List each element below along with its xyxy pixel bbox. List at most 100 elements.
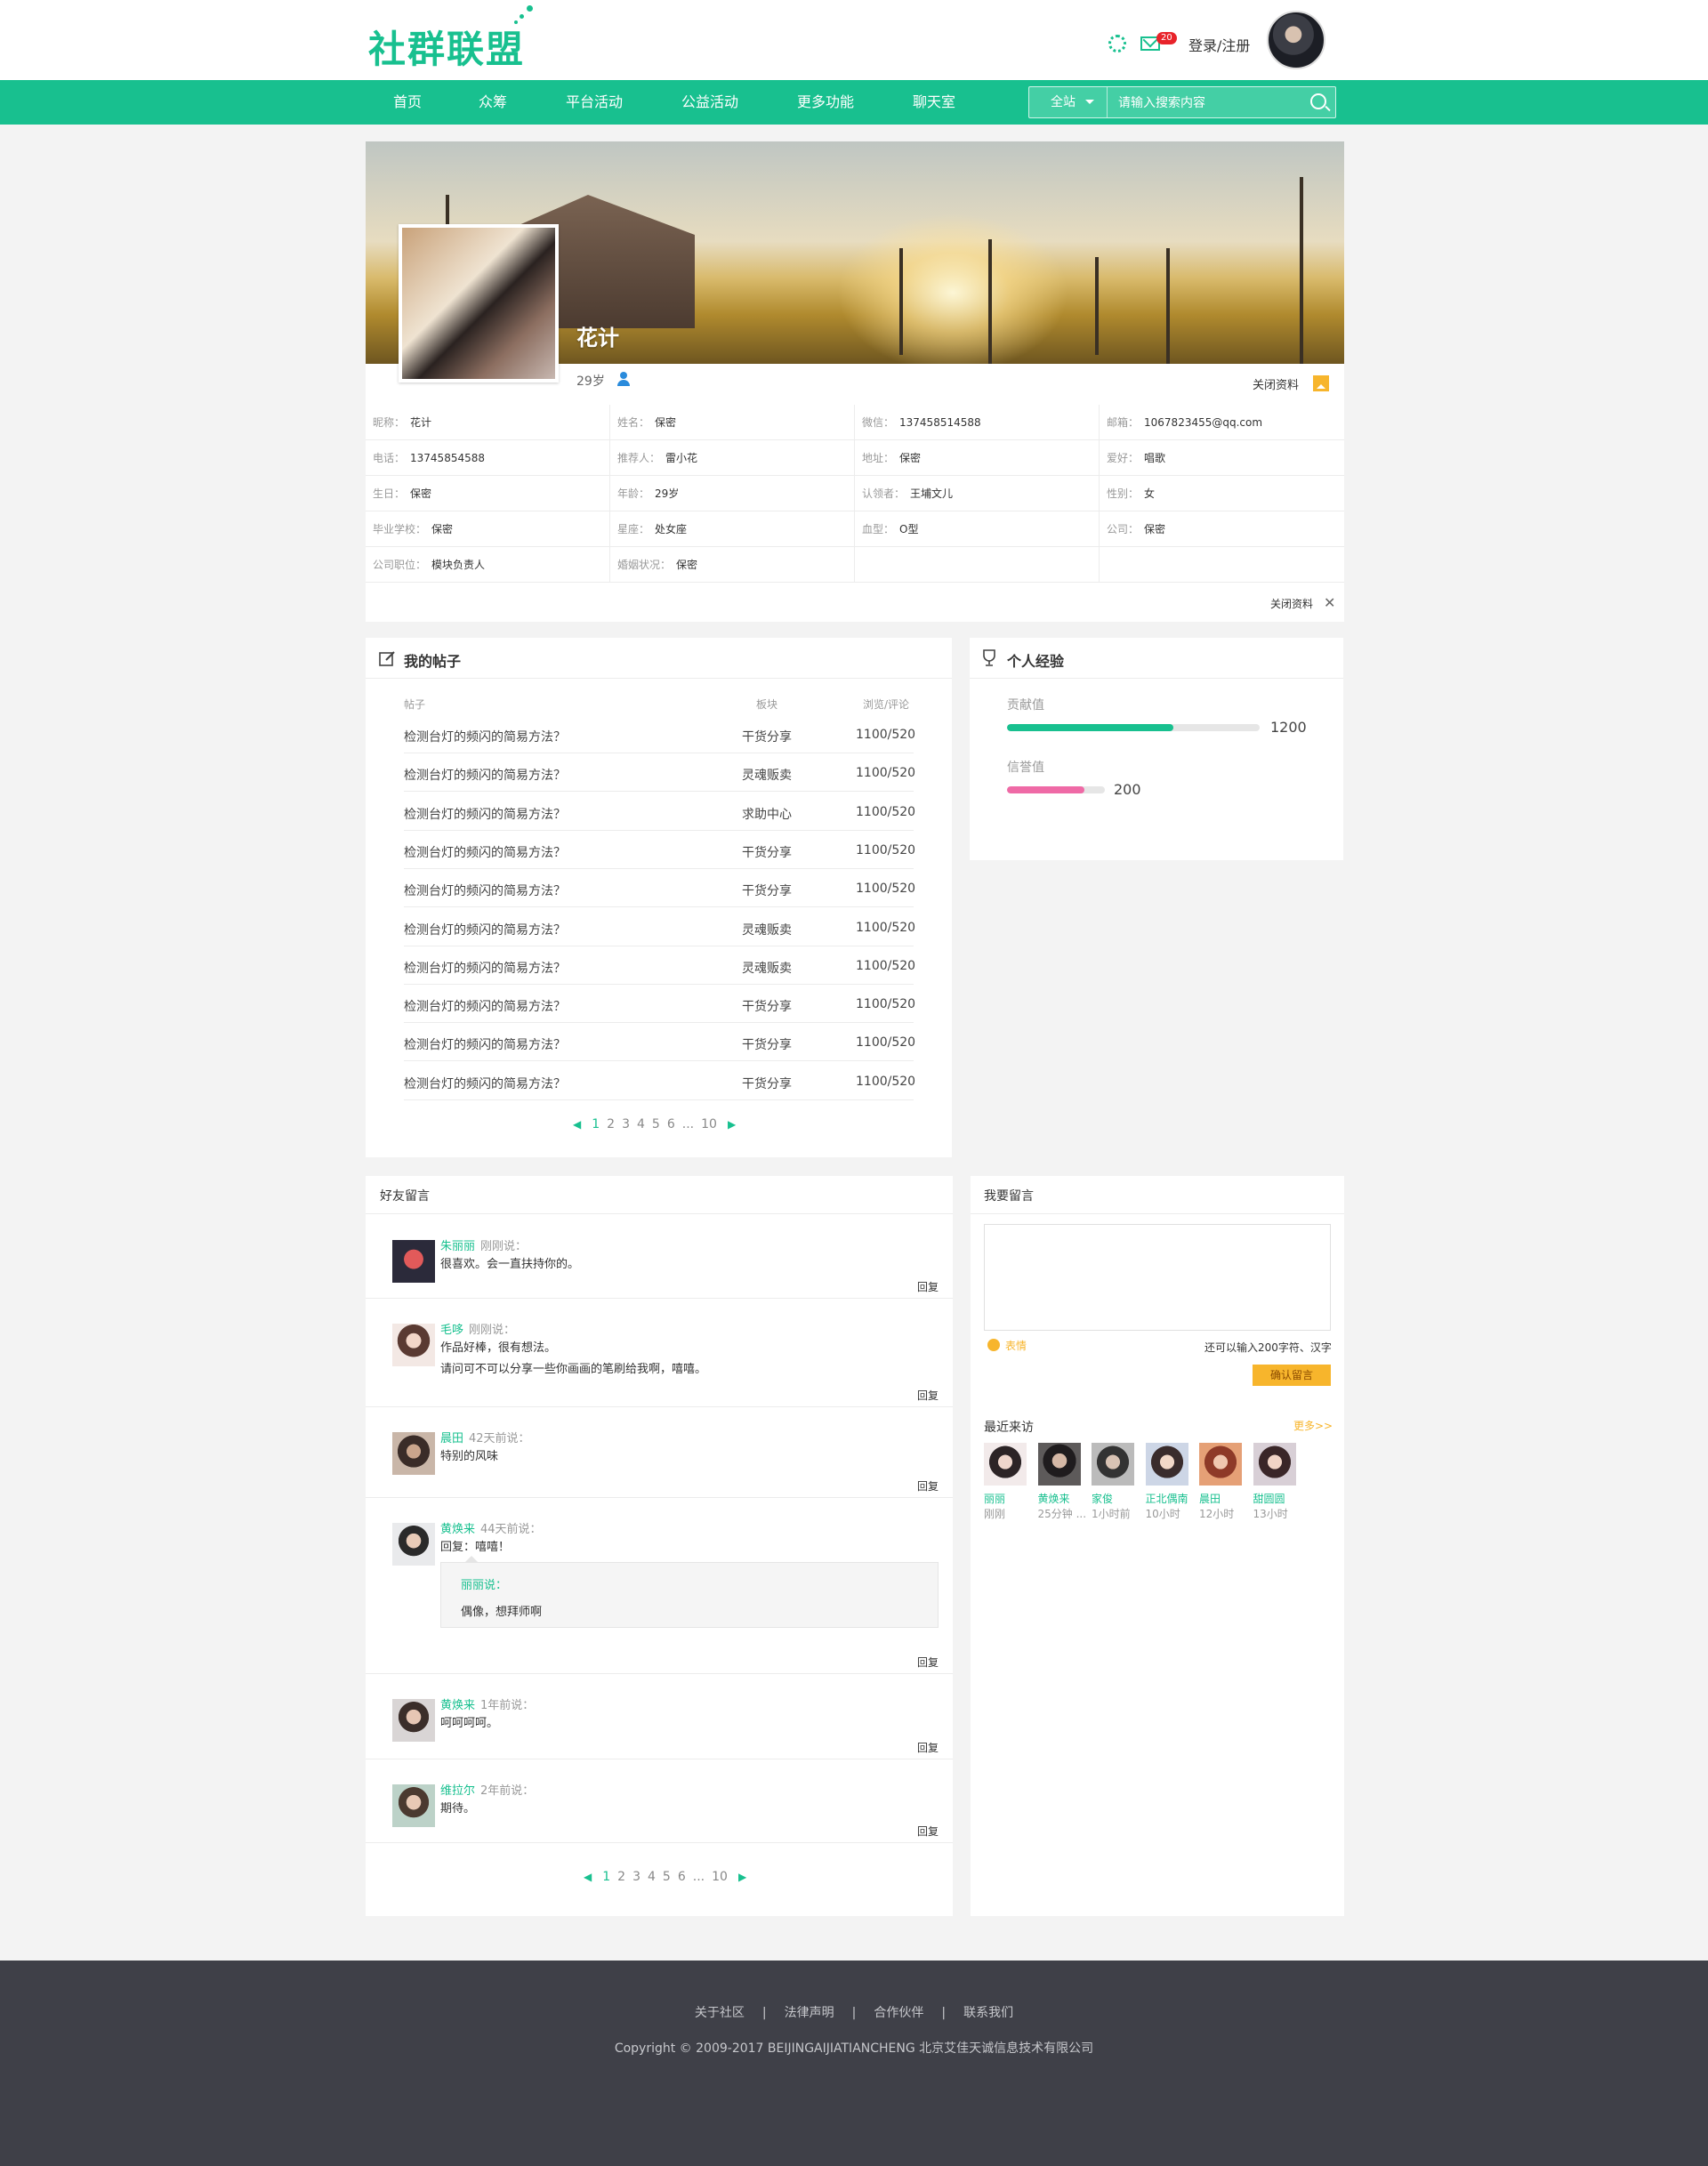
visitor-avatar[interactable] (1037, 1443, 1081, 1486)
gear-icon[interactable] (1108, 35, 1126, 52)
post-row[interactable]: 检测台灯的频闪的简易方法？ 干货分享 1100/520 (404, 985, 915, 1024)
post-title[interactable]: 检测台灯的频闪的简易方法？ (404, 959, 566, 977)
page-number[interactable]: 6 (667, 1117, 675, 1131)
reply-link[interactable]: 回复 (917, 1478, 939, 1494)
page-number[interactable]: 1 (602, 1870, 610, 1884)
message-author[interactable]: 朱丽丽 (440, 1240, 475, 1253)
site-logo[interactable]: 社群联盟 (368, 20, 525, 74)
page-number[interactable]: 1 (592, 1117, 600, 1131)
message-avatar[interactable] (392, 1699, 435, 1742)
post-row[interactable]: 检测台灯的频闪的简易方法？ 干货分享 1100/520 (404, 1023, 915, 1062)
visitor-item[interactable]: 黄焕来 25分钟 ... (1037, 1443, 1086, 1521)
page-number[interactable]: 3 (622, 1117, 630, 1131)
toggle-profile-link[interactable]: 关闭资料 (1253, 375, 1299, 392)
page-number[interactable]: 10 (701, 1117, 717, 1131)
page-number[interactable]: 4 (648, 1870, 656, 1884)
visitor-item[interactable]: 正北偶南 10小时 (1145, 1443, 1190, 1521)
visitor-name[interactable]: 黄焕来 (1038, 1491, 1083, 1506)
nav-item-chatroom[interactable]: 聊天室 (913, 80, 955, 125)
visitor-avatar[interactable] (1145, 1443, 1188, 1486)
nav-item-home[interactable]: 首页 (393, 80, 422, 125)
visitor-avatar[interactable] (984, 1443, 1027, 1486)
user-avatar[interactable] (1267, 11, 1325, 69)
reply-link[interactable]: 回复 (917, 1655, 939, 1670)
reply-link[interactable]: 回复 (917, 1824, 939, 1839)
more-visitors-link[interactable]: 更多>> (1293, 1418, 1333, 1433)
message-avatar[interactable] (392, 1523, 435, 1566)
message-avatar[interactable] (392, 1784, 435, 1827)
next-page-icon[interactable]: ▶ (728, 1118, 736, 1131)
page-number[interactable]: 2 (607, 1117, 615, 1131)
prev-page-icon[interactable]: ◀ (573, 1118, 581, 1131)
emoji-button[interactable]: 表情 (987, 1338, 1027, 1353)
page-number[interactable]: ... (682, 1117, 694, 1131)
quote-author[interactable]: 丽丽说： (461, 1575, 507, 1592)
visitor-item[interactable]: 甜圆圆 13小时 (1253, 1443, 1298, 1521)
page-number[interactable]: 10 (712, 1870, 728, 1884)
post-title[interactable]: 检测台灯的频闪的简易方法？ (404, 805, 566, 823)
message-author[interactable]: 晨田 (440, 1432, 463, 1445)
reply-link[interactable]: 回复 (917, 1740, 939, 1755)
search-input[interactable] (1108, 87, 1303, 117)
login-register-link[interactable]: 登录/注册 (1188, 34, 1250, 55)
visitor-name[interactable]: 丽丽 (984, 1491, 1028, 1506)
message-author[interactable]: 黄焕来 (440, 1699, 475, 1712)
message-author[interactable]: 维拉尔 (440, 1784, 475, 1798)
prev-page-icon[interactable]: ◀ (584, 1871, 592, 1883)
message-textarea[interactable] (984, 1224, 1331, 1331)
visitor-avatar[interactable] (1092, 1443, 1134, 1486)
visitor-name[interactable]: 家俊 (1092, 1491, 1136, 1506)
message-author[interactable]: 黄焕来 (440, 1523, 475, 1536)
post-title[interactable]: 检测台灯的频闪的简易方法？ (404, 1075, 566, 1092)
footer-link[interactable]: 法律声明 (785, 2006, 834, 2020)
visitor-item[interactable]: 丽丽 刚刚 (984, 1443, 1028, 1521)
page-number[interactable]: 6 (678, 1870, 686, 1884)
post-row[interactable]: 检测台灯的频闪的简易方法？ 干货分享 1100/520 (404, 715, 915, 753)
nav-item-crowdfunding[interactable]: 众筹 (479, 80, 507, 125)
footer-link[interactable]: 联系我们 (963, 2006, 1013, 2020)
post-row[interactable]: 检测台灯的频闪的简易方法？ 灵魂贩卖 1100/520 (404, 946, 915, 985)
visitor-item[interactable]: 晨田 12小时 (1199, 1443, 1244, 1521)
visitor-name[interactable]: 正北偶南 (1146, 1491, 1190, 1506)
post-row[interactable]: 检测台灯的频闪的简易方法？ 求助中心 1100/520 (404, 793, 915, 831)
post-row[interactable]: 检测台灯的频闪的简易方法？ 干货分享 1100/520 (404, 831, 915, 869)
page-number[interactable]: 2 (617, 1870, 625, 1884)
post-title[interactable]: 检测台灯的频闪的简易方法？ (404, 882, 566, 899)
post-row[interactable]: 检测台灯的频闪的简易方法？ 干货分享 1100/520 (404, 1062, 915, 1100)
page-number[interactable]: 3 (632, 1870, 640, 1884)
close-profile-link[interactable]: 关闭资料 (1270, 596, 1313, 611)
page-number[interactable]: 5 (663, 1870, 671, 1884)
visitor-avatar[interactable] (1199, 1443, 1242, 1486)
reply-link[interactable]: 回复 (917, 1279, 939, 1294)
page-number[interactable]: 5 (652, 1117, 660, 1131)
chevron-up-icon[interactable] (1313, 375, 1329, 391)
visitor-avatar[interactable] (1253, 1443, 1296, 1486)
nav-item-more-features[interactable]: 更多功能 (797, 80, 854, 125)
footer-link[interactable]: 合作伙伴 (874, 2006, 923, 2020)
search-icon[interactable] (1310, 93, 1326, 109)
post-title[interactable]: 检测台灯的频闪的简易方法？ (404, 997, 566, 1015)
nav-item-platform-events[interactable]: 平台活动 (566, 80, 623, 125)
reply-link[interactable]: 回复 (917, 1388, 939, 1403)
nav-item-charity-events[interactable]: 公益活动 (681, 80, 738, 125)
visitor-name[interactable]: 晨田 (1199, 1491, 1244, 1506)
message-avatar[interactable] (392, 1324, 435, 1366)
page-number[interactable]: 4 (637, 1117, 645, 1131)
page-number[interactable]: ... (693, 1870, 705, 1884)
post-row[interactable]: 检测台灯的频闪的简易方法？ 灵魂贩卖 1100/520 (404, 908, 915, 946)
post-title[interactable]: 检测台灯的频闪的简易方法？ (404, 843, 566, 861)
footer-link[interactable]: 关于社区 (695, 2006, 745, 2020)
next-page-icon[interactable]: ▶ (738, 1871, 746, 1883)
message-avatar[interactable] (392, 1432, 435, 1475)
post-title[interactable]: 检测台灯的频闪的简易方法？ (404, 766, 566, 784)
post-title[interactable]: 检测台灯的频闪的简易方法？ (404, 728, 566, 745)
post-title[interactable]: 检测台灯的频闪的简易方法？ (404, 921, 566, 938)
post-title[interactable]: 检测台灯的频闪的简易方法？ (404, 1035, 566, 1053)
post-row[interactable]: 检测台灯的频闪的简易方法？ 灵魂贩卖 1100/520 (404, 753, 915, 793)
visitor-name[interactable]: 甜圆圆 (1253, 1491, 1298, 1506)
confirm-message-button[interactable]: 确认留言 (1253, 1365, 1331, 1386)
visitor-item[interactable]: 家俊 1小时前 (1092, 1443, 1136, 1521)
search-scope-select[interactable]: 全站 (1029, 87, 1108, 117)
message-author[interactable]: 毛哆 (440, 1324, 463, 1337)
post-row[interactable]: 检测台灯的频闪的简易方法？ 干货分享 1100/520 (404, 869, 915, 908)
